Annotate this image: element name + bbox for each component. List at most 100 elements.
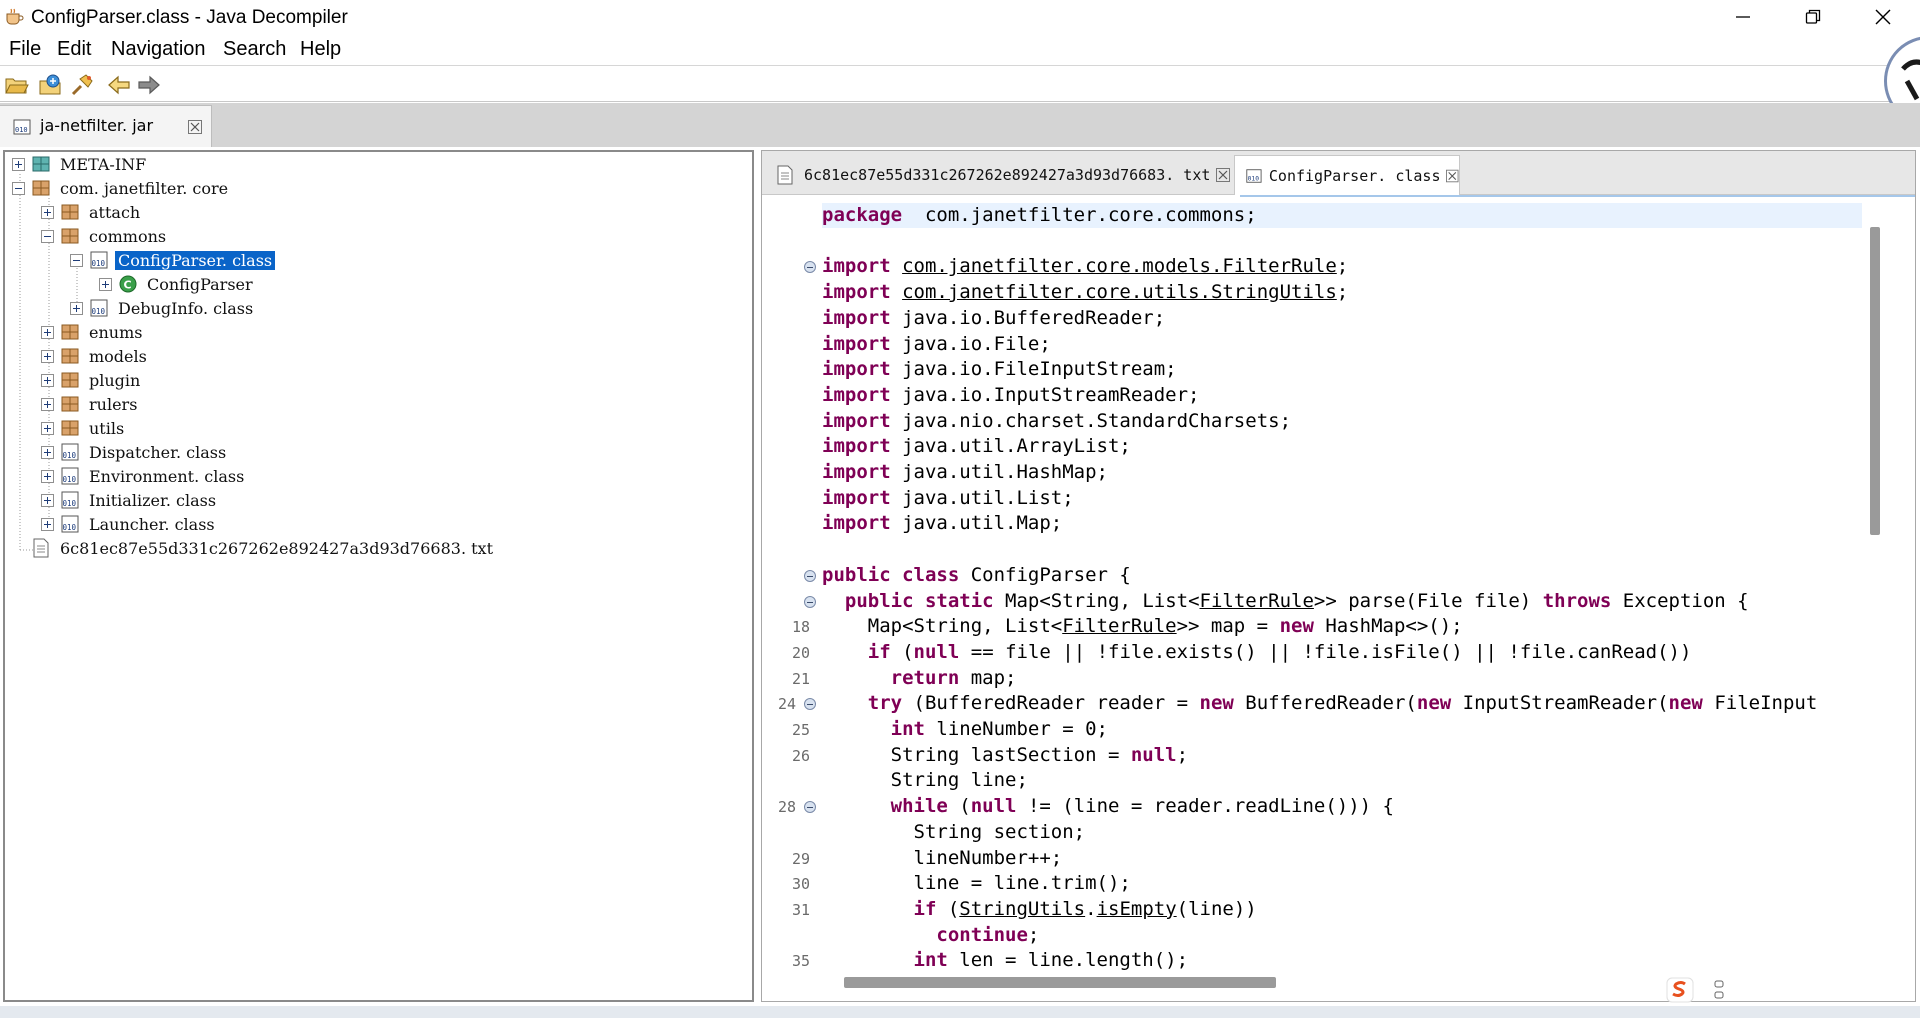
class-icon: C [118,274,138,294]
back-icon[interactable] [106,73,132,97]
expand-toggle[interactable] [41,326,54,339]
tree-item[interactable]: 010 DebugInfo. class [89,297,256,319]
search-icon[interactable] [70,73,96,97]
tree-item[interactable]: 010 Dispatcher. class [60,441,229,463]
tree-item[interactable]: 6c81ec87e55d331c267262e892427a3d93d76683… [31,537,496,559]
tree-item[interactable]: enums [60,321,145,343]
collapse-toggle[interactable] [12,182,25,195]
code-text: (line)) [1176,897,1257,920]
close-tab-icon[interactable] [188,120,202,134]
editor-panel: 6c81ec87e55d331c267262e892427a3d93d76683… [761,150,1916,1002]
tree-item[interactable]: 010 Initializer. class [60,489,219,511]
fold-toggle-icon[interactable] [804,569,816,582]
code-link[interactable]: StringUtils [959,898,1085,920]
horizontal-scrollbar-thumb[interactable] [844,977,1276,988]
menu-file[interactable]: File [9,38,41,61]
ime-grip-icon[interactable] [1712,977,1726,1003]
forward-icon[interactable] [136,73,162,97]
fold-toggle-icon[interactable] [804,595,816,608]
collapse-toggle[interactable] [41,230,54,243]
expand-toggle[interactable] [41,470,54,483]
expand-toggle[interactable] [41,518,54,531]
expand-toggle[interactable] [99,278,112,291]
close-tab-icon[interactable] [1216,168,1231,182]
expand-toggle[interactable] [41,350,54,363]
tree-item[interactable]: 010 Environment. class [60,465,247,487]
tree-item[interactable]: 010 Launcher. class [60,513,218,535]
open-file-icon[interactable] [4,73,30,97]
code-text: == file || !file.exists() || !file.isFil… [959,640,1692,663]
code-text: lineNumber = 0; [924,718,1108,740]
code-line: import java.util.List; [822,486,1074,511]
code-line: while (null != (line = reader.readLine()… [822,794,1394,819]
code-link[interactable]: com.janetfilter.core.utils.StringUtils [902,281,1337,303]
open-type-icon[interactable] [38,73,64,97]
expand-toggle[interactable] [41,374,54,387]
tree-item-label: rulers [89,394,138,414]
expand-toggle[interactable] [41,446,54,459]
vertical-scrollbar-thumb[interactable] [1870,227,1880,535]
menu-search[interactable]: Search [223,38,286,61]
svg-text:010: 010 [63,523,77,532]
tree-item[interactable]: C ConfigParser [118,273,256,295]
svg-text:010: 010 [1248,175,1260,182]
menu-edit[interactable]: Edit [57,38,91,61]
fold-toggle-icon[interactable] [804,698,816,711]
tree-item[interactable]: plugin [60,369,143,391]
expand-toggle[interactable] [41,494,54,507]
menu-help[interactable]: Help [300,38,341,61]
tree-item[interactable]: rulers [60,393,140,415]
tab-configparser-class[interactable]: 010 ConfigParser. class [1234,155,1460,195]
svg-text:010: 010 [92,307,106,316]
code-text: ; [1336,255,1349,278]
code-link[interactable]: FilterRule [1200,590,1314,612]
tab-ja-netfilter-jar[interactable]: 010 ja-netfilter. jar [0,105,212,147]
line-number: 18 [791,618,810,637]
close-button[interactable] [1848,0,1918,34]
menu-navigation[interactable]: Navigation [111,38,206,61]
code-link[interactable]: com.janetfilter.core.models.FilterRule [902,255,1337,277]
restore-button[interactable] [1778,0,1848,34]
tree-item[interactable]: attach [60,201,143,223]
tree-item-label: Launcher. class [89,514,215,534]
class-file-icon: 010 [60,442,80,462]
tree-item-label: commons [89,226,167,246]
fold-toggle-icon[interactable] [804,801,816,814]
code-text: (BufferedReader reader = [902,692,1200,715]
expand-toggle[interactable] [70,302,83,315]
package-icon [60,346,80,366]
code-link[interactable]: FilterRule [1062,615,1176,637]
code-line: import java.nio.charset.StandardCharsets… [822,409,1291,434]
tree-item-label: Environment. class [89,466,245,486]
tree-item[interactable]: models [60,345,150,367]
tab-txt-file[interactable]: 6c81ec87e55d331c267262e892427a3d93d76683… [766,155,1244,195]
expand-toggle[interactable] [41,422,54,435]
package-icon [60,370,80,390]
fold-toggle-icon[interactable] [804,261,816,274]
tree-item[interactable]: commons [60,225,169,247]
line-number: 24 [777,695,796,714]
tree-item[interactable]: com. janetfilter. core [31,177,231,199]
collapse-toggle[interactable] [70,254,83,267]
code-view[interactable]: 18 20 21 24 25 26 28 29 30 31 35 package com.janet… [766,201,1894,973]
code-keyword: if [867,640,891,663]
tree-item[interactable]: utils [60,417,127,439]
tree-item-label: ConfigParser [147,274,253,294]
tree-item[interactable]: 010 ConfigParser. class [89,249,276,271]
close-tab-icon[interactable] [1446,169,1459,183]
code-link[interactable]: isEmpty [1097,898,1177,920]
tree-item[interactable]: META-INF [31,153,149,175]
minimize-button[interactable] [1708,0,1778,34]
expand-toggle[interactable] [41,398,54,411]
class-file-icon: 010 [60,514,80,534]
expand-toggle[interactable] [41,206,54,219]
code-keyword: throws [1542,589,1612,612]
code-text: com.janetfilter.core.commons; [902,204,1257,226]
line-number-gutter: 18 20 21 24 25 26 28 29 30 31 35 [766,201,818,973]
expand-toggle[interactable] [12,158,25,171]
code-text: ( [890,640,914,663]
code-text: java.io.InputStreamReader; [890,383,1200,406]
sogou-ime-icon[interactable] [1666,977,1694,1003]
